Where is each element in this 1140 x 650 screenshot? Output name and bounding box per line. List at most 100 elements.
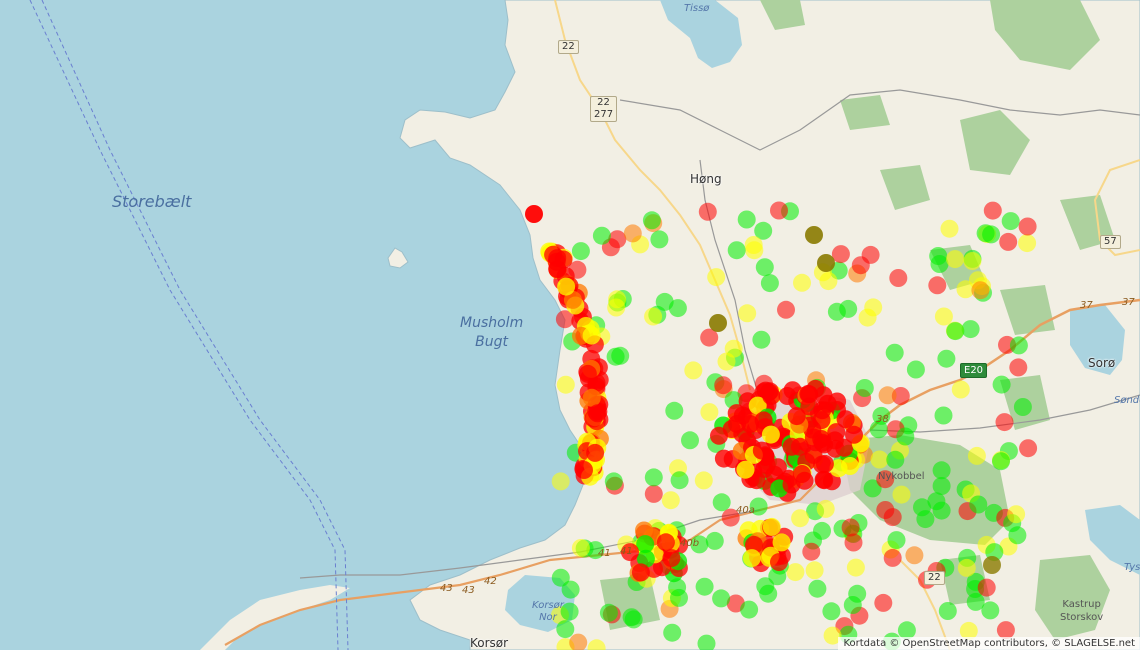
incident-point[interactable] [844, 533, 863, 552]
incident-point[interactable] [929, 247, 948, 265]
incident-point[interactable] [874, 593, 893, 612]
incident-point[interactable] [793, 273, 811, 292]
incident-point[interactable] [668, 299, 687, 318]
incident-point[interactable] [1013, 398, 1032, 416]
incident-point[interactable] [795, 471, 814, 490]
incident-point[interactable] [992, 452, 1010, 471]
incident-point[interactable] [644, 484, 663, 503]
incident-point[interactable] [712, 589, 731, 608]
incident-point[interactable] [1001, 212, 1020, 231]
incident-point[interactable] [819, 272, 838, 291]
incident-point[interactable] [662, 549, 681, 568]
incident-point[interactable] [582, 388, 601, 407]
incident-point[interactable] [762, 517, 781, 536]
incident-point[interactable] [889, 269, 908, 287]
incident-point[interactable] [928, 276, 947, 295]
incident-point[interactable] [843, 596, 862, 614]
incident-point[interactable] [578, 364, 597, 383]
incident-point[interactable] [770, 553, 788, 572]
incident-point[interactable] [816, 499, 835, 518]
incident-point[interactable] [963, 252, 982, 270]
incident-point[interactable] [670, 588, 688, 607]
incident-point[interactable] [932, 461, 951, 480]
incident-point[interactable] [1018, 217, 1037, 236]
incident-point[interactable] [870, 450, 889, 469]
incident-point[interactable] [981, 601, 1000, 620]
incident-point[interactable] [999, 232, 1018, 251]
incident-point[interactable] [983, 201, 1002, 220]
incident-point[interactable] [836, 410, 855, 429]
incident-point[interactable] [938, 602, 957, 620]
incident-point[interactable] [752, 330, 771, 349]
incident-point[interactable] [695, 577, 714, 596]
incident-point[interactable] [772, 533, 791, 552]
incident-point[interactable] [804, 445, 823, 464]
incident-point[interactable] [799, 384, 818, 403]
incident-point[interactable] [551, 472, 570, 491]
incident-point[interactable] [700, 403, 719, 422]
incident-point[interactable] [623, 224, 642, 243]
incident-point[interactable] [971, 281, 990, 300]
incident-point[interactable] [932, 477, 951, 495]
incident-point[interactable] [554, 250, 573, 269]
incident-point[interactable] [878, 386, 897, 405]
incident-point[interactable] [846, 558, 865, 577]
incident-point[interactable] [1009, 336, 1028, 355]
incident-point[interactable] [752, 441, 771, 460]
incident-point[interactable] [684, 361, 703, 380]
incident-point[interactable] [665, 401, 684, 420]
map-view[interactable]: Storebælt Musholm Bugt Høng Sorø Korsør … [0, 0, 1140, 650]
incident-point[interactable] [588, 404, 607, 423]
incident-point[interactable] [815, 471, 834, 490]
incident-point[interactable] [607, 298, 626, 317]
incident-point[interactable] [599, 603, 618, 622]
incident-point[interactable] [656, 533, 675, 552]
incident-point[interactable] [805, 226, 823, 244]
incident-point[interactable] [841, 518, 860, 537]
incident-point[interactable] [883, 548, 902, 567]
incident-point[interactable] [571, 242, 590, 261]
incident-point[interactable] [934, 406, 953, 425]
incident-point[interactable] [940, 219, 959, 238]
incident-point[interactable] [709, 314, 727, 332]
incident-point[interactable] [644, 468, 663, 487]
incident-point[interactable] [887, 531, 906, 550]
incident-point[interactable] [694, 471, 713, 490]
incident-point[interactable] [624, 610, 643, 629]
incident-point[interactable] [768, 458, 787, 477]
incident-point[interactable] [586, 443, 605, 462]
incident-point[interactable] [855, 379, 874, 397]
incident-point[interactable] [977, 578, 996, 597]
incident-point[interactable] [740, 600, 759, 619]
incident-point[interactable] [661, 491, 680, 510]
incident-point[interactable] [946, 322, 965, 341]
incident-point[interactable] [905, 546, 924, 565]
incident-point[interactable] [951, 380, 970, 399]
incident-point[interactable] [946, 250, 965, 269]
incident-point[interactable] [724, 339, 743, 358]
incident-point[interactable] [822, 602, 841, 621]
incident-point[interactable] [571, 539, 590, 557]
incident-point[interactable] [728, 415, 746, 433]
incident-point[interactable] [812, 411, 831, 430]
incident-point[interactable] [934, 307, 953, 326]
incident-point[interactable] [606, 347, 625, 366]
incident-point[interactable] [906, 360, 925, 379]
incident-point[interactable] [896, 427, 915, 446]
incident-point[interactable] [967, 446, 986, 465]
incident-point[interactable] [631, 563, 650, 582]
incident-point[interactable] [760, 274, 779, 293]
incident-point[interactable] [604, 472, 623, 491]
incident-point[interactable] [886, 450, 905, 469]
incident-point[interactable] [791, 509, 810, 528]
incident-point[interactable] [969, 495, 988, 514]
incident-point[interactable] [777, 300, 795, 319]
incident-point[interactable] [759, 584, 778, 603]
incident-point[interactable] [742, 549, 761, 568]
incident-point[interactable] [828, 392, 847, 411]
incident-point[interactable] [557, 277, 576, 296]
incident-point[interactable] [937, 349, 956, 368]
incident-point[interactable] [983, 556, 1001, 574]
incident-point[interactable] [957, 558, 976, 577]
incident-point[interactable] [575, 461, 593, 479]
